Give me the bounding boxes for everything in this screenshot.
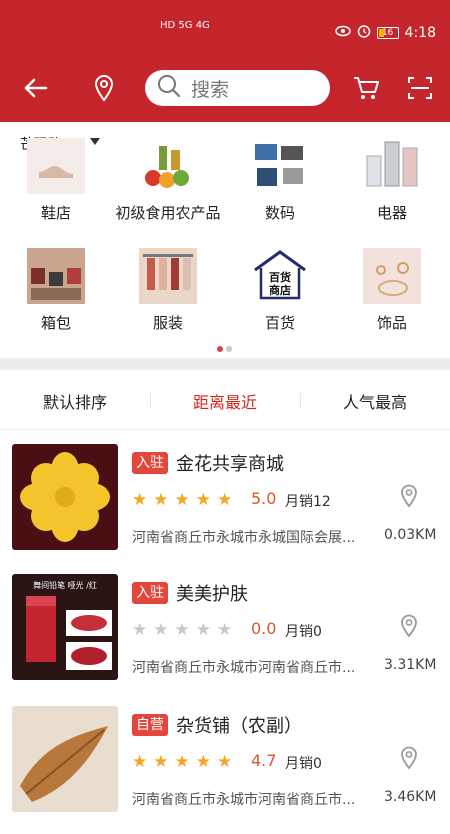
pager-dot [226, 346, 232, 352]
status-bar: HD 5G 4G 16 4:18 [0, 0, 450, 62]
category-label: 箱包 [40, 314, 71, 332]
alarm-icon [357, 24, 371, 42]
category-thumb [27, 248, 85, 304]
star-icon: ★ [174, 620, 190, 640]
star-rating: ★ ★ ★ ★ ★ [132, 490, 232, 510]
star-icon: ★ [174, 752, 190, 772]
star-icon: ★ [195, 620, 211, 640]
star-icon: ★ [132, 620, 148, 640]
store-image: 舞间铅笔 哑光 /红 [12, 574, 118, 680]
star-rating: ★ ★ ★ ★ ★ [132, 620, 232, 640]
store-item[interactable]: 自营 杂货铺（农副） ★ ★ ★ ★ ★ 4.7 月销0 河南省商丘市永城市河南… [0, 694, 450, 834]
map-pin-icon[interactable] [400, 746, 418, 774]
search-placeholder: 搜索 [191, 78, 230, 101]
store-name: 美美护肤 [176, 584, 248, 605]
search-icon [157, 74, 181, 102]
category-thumb [27, 138, 85, 194]
store-address: 河南省商丘市永城市河南省商丘市... [132, 792, 356, 808]
category-thumb: 百货 商店 [251, 248, 309, 304]
store-name: 杂货铺（农副） [176, 716, 302, 737]
category-accessories[interactable]: 饰品 [336, 248, 448, 333]
store-image-caption: 舞间铅笔 哑光 /红 [33, 580, 97, 590]
pager-dots [217, 346, 232, 352]
map-pin-icon[interactable] [400, 614, 418, 642]
star-icon: ★ [217, 490, 233, 510]
sort-bar: 默认排序 距离最近 人气最高 [0, 372, 450, 430]
sort-nearest[interactable]: 距离最近 [150, 389, 300, 413]
store-image [12, 444, 118, 550]
clock-time: 4:18 [404, 25, 436, 41]
back-arrow-icon[interactable] [16, 68, 56, 108]
rating-value: 4.7 [251, 751, 277, 770]
category-label: 百货 [264, 314, 295, 332]
svg-text:商店: 商店 [269, 283, 291, 297]
store-item[interactable]: 入驻 金花共享商城 ★ ★ ★ ★ ★ 5.0 月销12 河南省商丘市永城市永城… [0, 432, 450, 572]
category-appliances[interactable]: 电器 [336, 138, 448, 223]
category-digital[interactable]: 数码 [224, 138, 336, 223]
category-thumb [251, 138, 309, 194]
category-shoes[interactable]: 鞋店 [0, 138, 112, 223]
store-distance: 3.46KM [384, 789, 437, 805]
store-image [12, 706, 118, 812]
store-item[interactable]: 舞间铅笔 哑光 /红 入驻 美美护肤 ★ ★ ★ ★ ★ 0.0 月销0 河南省… [0, 562, 450, 702]
pager-dot-active [217, 346, 223, 352]
category-label: 数码 [264, 204, 295, 222]
category-thumb [363, 248, 421, 304]
star-icon: ★ [153, 620, 169, 640]
store-address: 河南省商丘市永城市河南省商丘市... [132, 660, 356, 676]
star-icon: ★ [153, 752, 169, 772]
sort-default[interactable]: 默认排序 [0, 389, 150, 413]
network-indicator: HD 5G 4G [160, 20, 210, 31]
star-icon: ★ [174, 490, 190, 510]
category-general-store[interactable]: 百货 商店 百货 [224, 248, 336, 333]
search-input[interactable]: 搜索 [145, 70, 330, 106]
category-thumb [139, 138, 197, 194]
store-badge: 入驻 [132, 582, 168, 604]
sort-popular[interactable]: 人气最高 [300, 389, 450, 413]
eye-icon [334, 25, 351, 41]
section-divider [0, 358, 450, 370]
star-icon: ★ [217, 752, 233, 772]
category-bags[interactable]: 箱包 [0, 248, 112, 333]
store-distance: 3.31KM [384, 657, 437, 673]
category-label: 饰品 [376, 314, 407, 332]
star-icon: ★ [153, 490, 169, 510]
battery-icon: 16 [376, 27, 399, 39]
star-rating: ★ ★ ★ ★ ★ [132, 752, 232, 772]
store-address: 河南省商丘市永城市永城国际会展... [132, 530, 356, 546]
location-pin-icon[interactable] [84, 68, 124, 108]
category-thumb [363, 138, 421, 194]
store-badge: 自营 [132, 714, 168, 736]
rating-value: 5.0 [251, 489, 277, 508]
category-thumb [139, 248, 197, 304]
scan-icon[interactable] [400, 68, 440, 108]
star-icon: ★ [217, 620, 233, 640]
category-produce[interactable]: 初级食用农产品 [112, 138, 224, 223]
category-clothing[interactable]: 服装 [112, 248, 224, 333]
category-label: 初级食用农产品 [115, 204, 221, 222]
monthly-sales: 月销12 [285, 494, 331, 510]
star-icon: ★ [195, 752, 211, 772]
monthly-sales: 月销0 [285, 624, 322, 640]
category-label: 电器 [376, 204, 407, 222]
store-badge: 入驻 [132, 452, 168, 474]
star-icon: ★ [132, 490, 148, 510]
rating-value: 0.0 [251, 619, 277, 638]
star-icon: ★ [132, 752, 148, 772]
category-label: 服装 [152, 314, 183, 332]
star-icon: ★ [195, 490, 211, 510]
store-name: 金花共享商城 [176, 454, 284, 475]
monthly-sales: 月销0 [285, 756, 322, 772]
category-label: 鞋店 [40, 204, 71, 222]
category-grid: 鞋店 初级食用农产品 数码 电器 箱包 服装 百货 商店 百货 饰品 [0, 128, 450, 343]
map-pin-icon[interactable] [400, 484, 418, 512]
cart-icon[interactable] [346, 68, 386, 108]
store-distance: 0.03KM [384, 527, 437, 543]
status-right: 16 4:18 [334, 24, 436, 42]
general-store-logo-text: 百货 [269, 270, 291, 284]
